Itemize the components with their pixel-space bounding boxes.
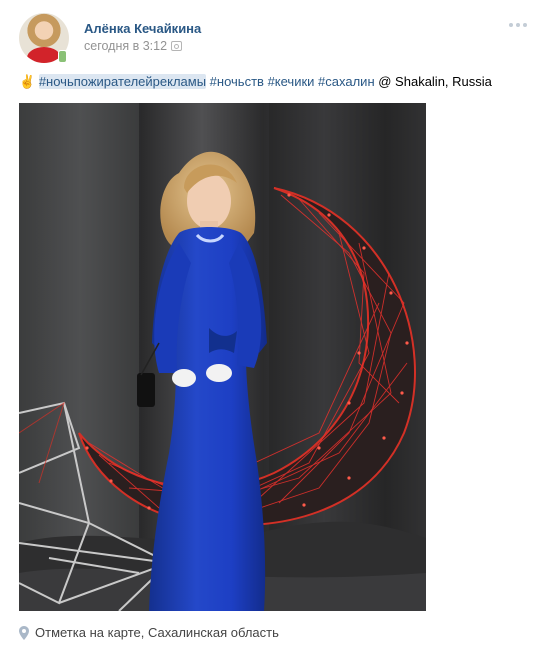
post-date[interactable]: сегодня в 3:12: [84, 39, 183, 53]
hashtag-link[interactable]: #ночьств: [210, 74, 264, 89]
geo-label[interactable]: Отметка на карте, Сахалинская область: [35, 625, 279, 640]
author-name[interactable]: Алёнка Кечайкина: [84, 21, 201, 36]
wall-post: Алёнка Кечайкина сегодня в 3:12 ✌️ #ночь…: [0, 0, 550, 656]
camera-icon: [171, 41, 183, 51]
more-dots-icon[interactable]: [509, 23, 527, 27]
victory-hand-emoji: ✌️: [19, 74, 36, 89]
hashtag-link[interactable]: #сахалин: [318, 74, 375, 89]
location-text: @ Shakalin, Russia: [378, 74, 492, 89]
post-text: ✌️ #ночьпожирателейрекламы #ночьств #кеч…: [19, 74, 492, 90]
mobile-online-icon: [58, 50, 69, 65]
map-pin-icon: [19, 625, 29, 640]
post-date-text[interactable]: сегодня в 3:12: [84, 39, 167, 53]
post-photo[interactable]: [19, 103, 426, 611]
hashtag-link[interactable]: #кечики: [268, 74, 315, 89]
geo-mark[interactable]: Отметка на карте, Сахалинская область: [19, 625, 279, 640]
hashtag-link[interactable]: #ночьпожирателейрекламы: [38, 74, 207, 89]
